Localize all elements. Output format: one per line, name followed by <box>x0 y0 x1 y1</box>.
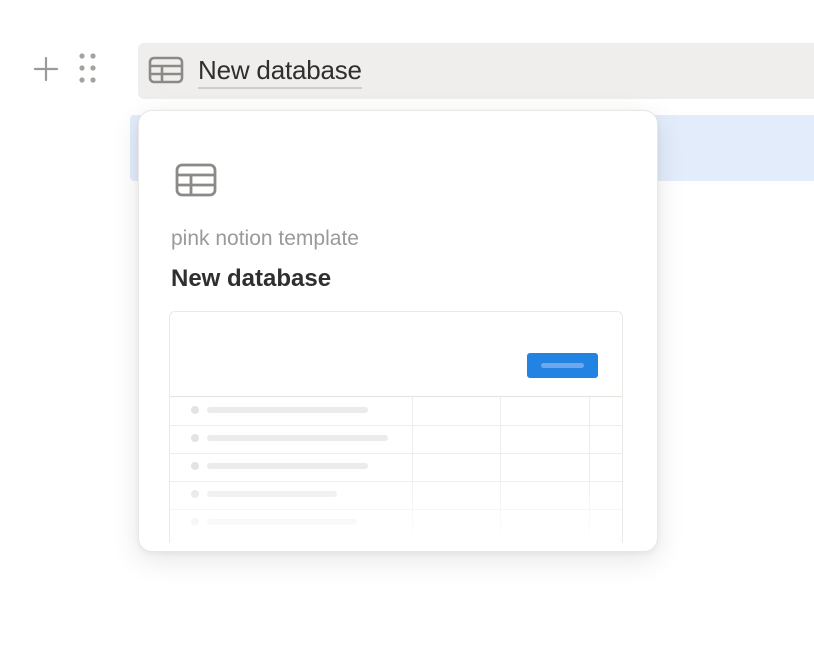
popup-title[interactable]: New database <box>171 264 331 294</box>
drag-handle-icon[interactable] <box>78 52 98 84</box>
plus-icon[interactable] <box>32 55 60 83</box>
database-link-block[interactable]: New database <box>138 43 814 99</box>
database-preview-popup[interactable]: pink notion template New database <box>138 110 658 552</box>
table-icon <box>148 56 184 84</box>
table-icon <box>175 163 217 197</box>
database-title-link[interactable]: New database <box>198 54 362 89</box>
popup-breadcrumb: pink notion template <box>171 227 359 250</box>
database-preview-thumbnail <box>169 311 623 543</box>
